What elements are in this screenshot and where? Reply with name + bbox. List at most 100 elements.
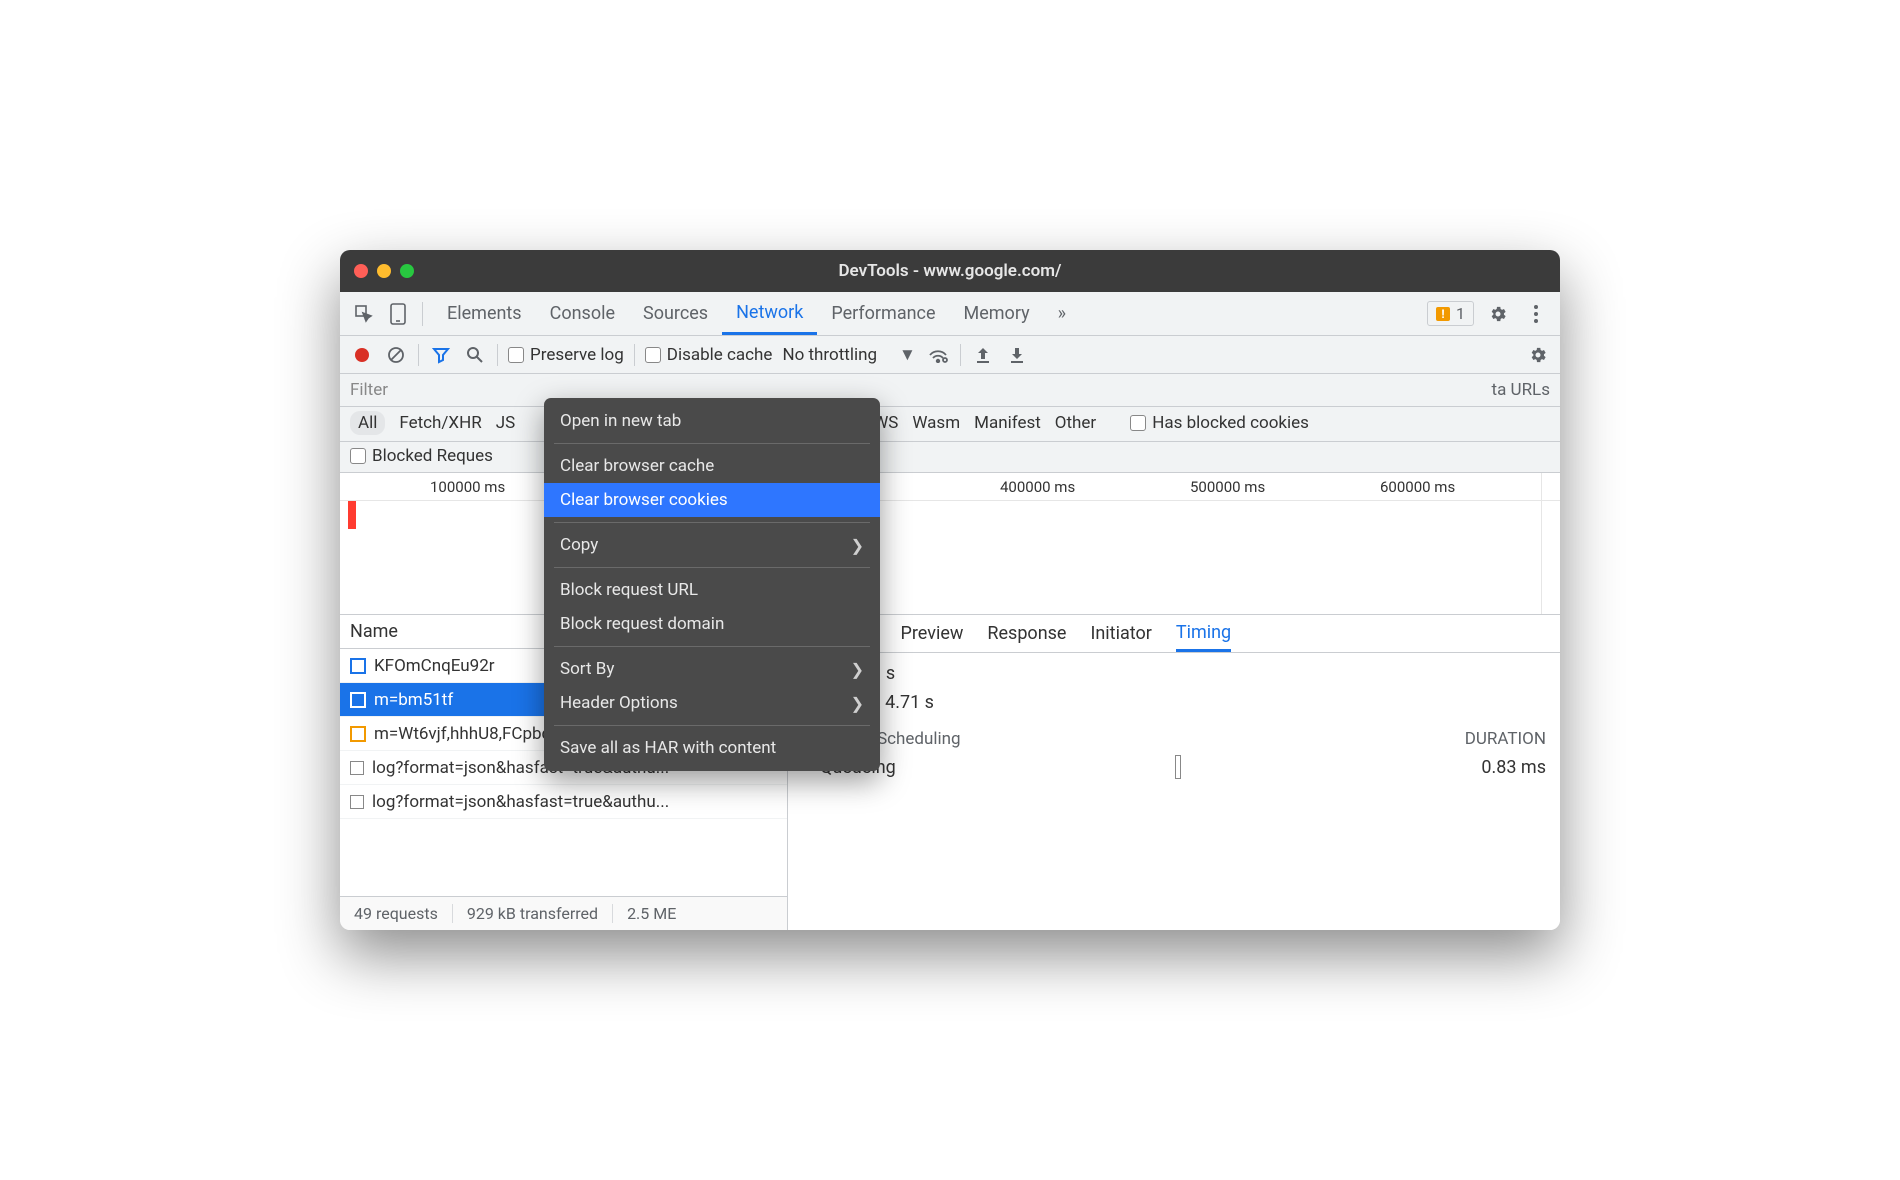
ctx-divider	[554, 646, 870, 647]
tab-timing[interactable]: Timing	[1176, 615, 1231, 652]
kebab-icon[interactable]	[1522, 300, 1550, 328]
detail-tabs: × aders Preview Response Initiator Timin…	[788, 615, 1560, 653]
duration-label: DURATION	[1465, 729, 1546, 749]
ctx-divider	[554, 443, 870, 444]
tab-console[interactable]: Console	[536, 292, 629, 335]
timeline-overview[interactable]: 100000 ms 400000 ms 500000 ms 600000 ms	[340, 473, 1560, 615]
file-icon	[350, 658, 366, 674]
ctx-clear-cache[interactable]: Clear browser cache	[544, 449, 880, 483]
timeline-marker[interactable]	[348, 501, 356, 529]
disable-cache-checkbox[interactable]: Disable cache	[645, 345, 773, 365]
tab-memory[interactable]: Memory	[950, 292, 1044, 335]
warning-icon: !	[1436, 307, 1450, 321]
tab-elements[interactable]: Elements	[433, 292, 536, 335]
type-wasm[interactable]: Wasm	[912, 413, 960, 433]
request-name: m=bm51tf	[374, 690, 453, 710]
has-blocked-cookies-checkbox[interactable]: Has blocked cookies	[1130, 413, 1309, 433]
throttling-select[interactable]: No throttling ▼	[782, 345, 915, 365]
blocked-requests-checkbox[interactable]: Blocked Reques	[350, 446, 493, 466]
ctx-block-domain[interactable]: Block request domain	[544, 607, 880, 641]
devtools-window: DevTools - www.google.com/ Elements Cons…	[340, 250, 1560, 930]
tab-network[interactable]: Network	[722, 292, 817, 335]
tab-initiator[interactable]: Initiator	[1090, 623, 1151, 644]
ctx-sort-by[interactable]: Sort By❯	[544, 652, 880, 686]
request-type-filter: All Fetch/XHR JS WS Wasm Manifest Other …	[340, 407, 1560, 442]
network-status-bar: 49 requests 929 kB transferred 2.5 ME	[340, 896, 787, 930]
network-conditions-icon[interactable]	[926, 343, 950, 367]
file-icon	[350, 692, 366, 708]
ctx-block-url[interactable]: Block request URL	[544, 573, 880, 607]
filter-row: Filter ta URLs	[340, 374, 1560, 407]
preserve-log-checkbox[interactable]: Preserve log	[508, 345, 624, 365]
record-button[interactable]	[350, 343, 374, 367]
separator	[634, 344, 635, 366]
preserve-log-label: Preserve log	[530, 345, 624, 365]
ctx-save-har[interactable]: Save all as HAR with content	[544, 731, 880, 765]
context-menu[interactable]: Open in new tab Clear browser cache Clea…	[544, 398, 880, 771]
device-toggle-icon[interactable]	[384, 300, 412, 328]
type-fetch-xhr[interactable]: Fetch/XHR	[399, 413, 481, 433]
throttling-value: No throttling	[782, 345, 877, 365]
request-name: KFOmCnqEu92r	[374, 656, 495, 676]
timing-body: ed at 4.71 s Started at 4.71 s Resource …	[788, 653, 1560, 930]
inspect-icon[interactable]	[350, 300, 378, 328]
type-manifest[interactable]: Manifest	[974, 413, 1041, 433]
gear-icon[interactable]	[1484, 300, 1512, 328]
titlebar: DevTools - www.google.com/	[340, 250, 1560, 292]
search-icon[interactable]	[463, 343, 487, 367]
timeline-ticks: 100000 ms 400000 ms 500000 ms 600000 ms	[340, 473, 1560, 501]
ctx-divider	[554, 522, 870, 523]
zoom-window-button[interactable]	[400, 264, 414, 278]
tab-response[interactable]: Response	[987, 623, 1066, 644]
chevron-down-icon: ▼	[899, 345, 916, 365]
timeline-divider	[1541, 473, 1542, 614]
minimize-window-button[interactable]	[377, 264, 391, 278]
hide-data-urls-label[interactable]: ta URLs	[1492, 380, 1550, 400]
filter-input[interactable]: Filter	[350, 380, 388, 400]
checkbox-icon	[1130, 415, 1146, 431]
network-toolbar: Preserve log Disable cache No throttling…	[340, 336, 1560, 374]
chevron-right-icon: ❯	[851, 660, 864, 679]
tab-preview[interactable]: Preview	[901, 623, 964, 644]
network-split: Name KFOmCnqEu92r m=bm51tf m=Wt6vjf,hhhU…	[340, 615, 1560, 930]
ctx-divider	[554, 725, 870, 726]
download-har-icon[interactable]	[1005, 343, 1029, 367]
type-other[interactable]: Other	[1055, 413, 1096, 433]
queued-at: ed at 4.71 s	[802, 663, 1546, 684]
ctx-header-options[interactable]: Header Options❯	[544, 686, 880, 720]
ctx-copy[interactable]: Copy❯	[544, 528, 880, 562]
started-at: Started at 4.71 s	[802, 692, 1546, 713]
type-js[interactable]: JS	[496, 413, 515, 433]
issues-counter[interactable]: ! 1	[1427, 301, 1474, 326]
upload-har-icon[interactable]	[971, 343, 995, 367]
status-requests: 49 requests	[340, 904, 452, 923]
ctx-divider	[554, 567, 870, 568]
ctx-clear-cookies[interactable]: Clear browser cookies	[544, 483, 880, 517]
checkbox-icon	[508, 347, 524, 363]
type-all[interactable]: All	[350, 411, 385, 435]
network-settings-gear-icon[interactable]	[1526, 343, 1550, 367]
window-title: DevTools - www.google.com/	[838, 261, 1061, 281]
file-icon	[350, 795, 364, 809]
request-row[interactable]: log?format=json&hasfast=true&authu...	[340, 785, 787, 819]
issues-count: 1	[1456, 304, 1465, 323]
clear-icon[interactable]	[384, 343, 408, 367]
queueing-value: 0.83 ms	[1481, 757, 1546, 778]
panel-tabs: Elements Console Sources Network Perform…	[433, 292, 1080, 335]
filter-icon[interactable]	[429, 343, 453, 367]
tab-performance[interactable]: Performance	[817, 292, 949, 335]
disable-cache-label: Disable cache	[667, 345, 773, 365]
devtools-tabbar: Elements Console Sources Network Perform…	[340, 292, 1560, 336]
tab-sources[interactable]: Sources	[629, 292, 722, 335]
queueing-bar	[1175, 755, 1181, 779]
close-window-button[interactable]	[354, 264, 368, 278]
traffic-lights	[354, 264, 414, 278]
separator	[497, 344, 498, 366]
timeline-tick: 600000 ms	[1380, 478, 1455, 496]
timeline-tick: 400000 ms	[1000, 478, 1075, 496]
checkbox-icon	[350, 448, 366, 464]
more-tabs-button[interactable]: »	[1044, 292, 1080, 335]
tabbar-right: ! 1	[1427, 300, 1550, 328]
file-icon	[350, 761, 364, 775]
ctx-open-new-tab[interactable]: Open in new tab	[544, 404, 880, 438]
